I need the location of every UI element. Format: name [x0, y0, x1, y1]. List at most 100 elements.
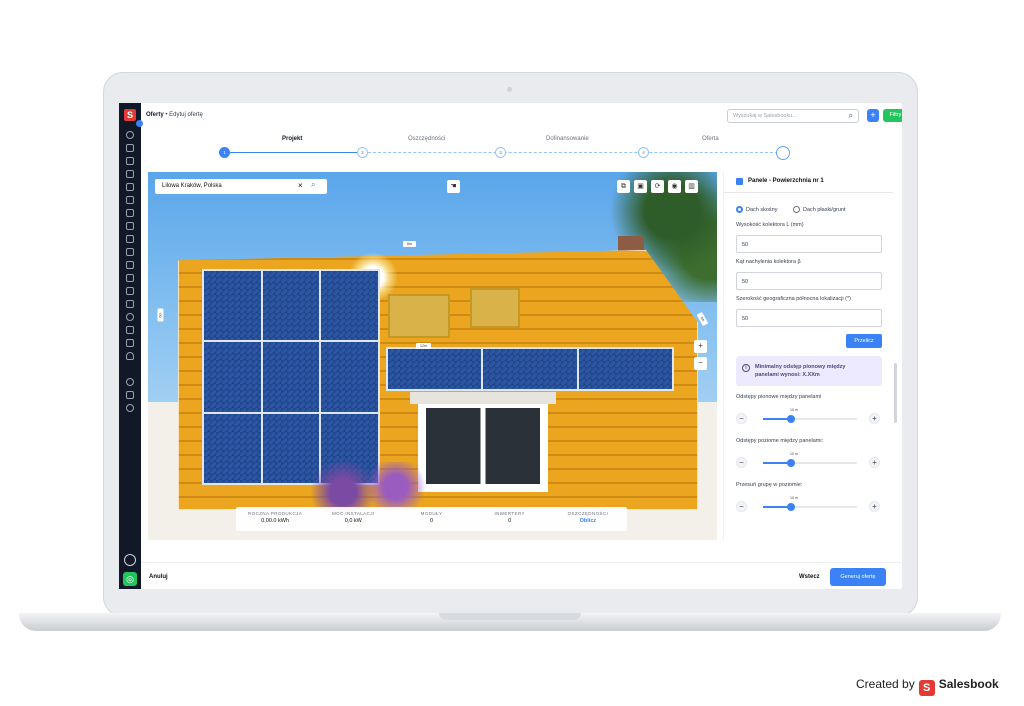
truck-icon[interactable]	[126, 391, 134, 399]
laptop-notch	[439, 613, 581, 620]
panel-scrollbar[interactable]	[894, 363, 897, 423]
copy-icon[interactable]: ⧉	[617, 180, 630, 193]
skylight-2	[470, 288, 520, 328]
archive-icon[interactable]	[126, 339, 134, 347]
breadcrumb-root[interactable]: Oferty	[146, 112, 164, 118]
step-final-dot[interactable]	[776, 146, 790, 160]
rotate-icon[interactable]: ⟳	[651, 180, 664, 193]
gear-icon[interactable]	[126, 404, 134, 412]
calculate-savings-link[interactable]: Oblicz	[549, 518, 627, 524]
radio-label: Dach płaski/grunt	[803, 206, 846, 213]
roof-type-flat[interactable]: Dach płaski/grunt	[793, 206, 846, 213]
clipboard-icon[interactable]	[126, 209, 134, 217]
step-oferta[interactable]: Oferta	[702, 136, 719, 142]
generate-offer-button[interactable]: Generuj ofertę	[830, 568, 886, 586]
avatar[interactable]	[124, 554, 136, 566]
radio-checked-icon[interactable]	[736, 206, 743, 213]
calendar-icon[interactable]	[126, 222, 134, 230]
car-icon[interactable]	[126, 287, 134, 295]
vertical-spacing-minus-button[interactable]: −	[736, 413, 747, 424]
stat-label: MODUŁY	[420, 511, 443, 516]
horizontal-spacing-slider[interactable]	[763, 459, 857, 467]
vertical-spacing-slider[interactable]	[763, 415, 857, 423]
shift-group-minus-button[interactable]: −	[736, 501, 747, 512]
chart-icon[interactable]	[126, 144, 134, 152]
stat-label: ROCZNA PRODUKCJA	[248, 511, 303, 516]
add-button[interactable]: +	[867, 109, 879, 122]
refresh-icon[interactable]	[126, 313, 134, 321]
credit-brand: Salesbook	[938, 677, 999, 691]
search-icon[interactable]: ⌕	[311, 180, 315, 190]
salesbook-logo[interactable]: S	[124, 109, 136, 121]
step-oszczednosci[interactable]: Oszczędności	[408, 136, 445, 142]
collector-height-input[interactable]: 50	[736, 235, 882, 253]
dashboard-icon[interactable]	[126, 131, 134, 139]
measure-right: 9m	[696, 311, 709, 327]
shift-group-slider[interactable]	[763, 503, 857, 511]
collector-angle-input[interactable]: 50	[736, 272, 882, 290]
progress-stepper: 1 2 3 4 Projekt Oszczędności Dofinansowa…	[141, 131, 902, 165]
back-button[interactable]: Wstecz	[799, 574, 820, 580]
step-dofinansowanie[interactable]: Dofinansowanie	[546, 136, 589, 142]
stat-modules: MODUŁY 0	[392, 507, 470, 531]
horizontal-spacing-plus-button[interactable]: +	[869, 457, 880, 468]
info-icon: i	[742, 364, 750, 372]
shift-group-plus-button[interactable]: +	[869, 501, 880, 512]
zoom-out-button[interactable]: −	[694, 357, 707, 370]
stat-value: 0,00.0 kWh	[261, 518, 290, 524]
camera-icon[interactable]	[126, 248, 134, 256]
step-4-dot[interactable]: 4	[638, 147, 649, 158]
filters-button[interactable]: Filtry ⌄	[883, 109, 902, 122]
zoom-in-button[interactable]: +	[694, 340, 707, 353]
document-icon[interactable]	[126, 170, 134, 178]
vertical-spacing-plus-button[interactable]: +	[869, 413, 880, 424]
search-input[interactable]: Wyszukaj w Salesbooku... ⌕	[727, 109, 859, 123]
shift-group-label: Przesuń grupę w poziomie:	[736, 482, 803, 488]
layers-icon[interactable]: ▣	[634, 180, 647, 193]
roof-type-sloped[interactable]: Dach skośny	[736, 206, 778, 213]
location-value[interactable]: Lilowa Kraków, Polska	[162, 183, 222, 189]
info-text-line: panelami wynosi: X.XXm	[755, 372, 820, 378]
eye-icon[interactable]: ◉	[668, 180, 681, 193]
mail-icon[interactable]	[126, 183, 134, 191]
location-search-field[interactable]: Lilowa Kraków, Polska × ⌕	[155, 179, 327, 194]
roof-map[interactable]: 8m 6m 12m 9m Lilowa Kraków, Polska × ⌕ ☚…	[148, 172, 717, 540]
clear-icon[interactable]: ×	[298, 181, 303, 190]
step-2-dot[interactable]: 2	[357, 147, 368, 158]
slider-handle[interactable]	[787, 415, 796, 423]
cancel-button[interactable]: Anuluj	[149, 574, 168, 580]
step-projekt[interactable]: Projekt	[282, 136, 302, 142]
vertical-spacing-label: Odstępy pionowe między panelami	[736, 394, 822, 400]
send-icon[interactable]	[126, 300, 134, 308]
breadcrumb: Oferty • Edytuj ofertę	[146, 112, 203, 118]
chat-icon[interactable]	[126, 157, 134, 165]
collector-angle-label: Kąt nachylenia kolektora β	[736, 259, 801, 265]
latitude-input[interactable]: 50	[736, 309, 882, 327]
app-screen: S ◎ Oferty • Edytuj ofertę Wyszukaj w Sa…	[119, 103, 902, 589]
users-icon[interactable]	[126, 274, 134, 282]
info-box: i Minimalny odstęp pionowy między panela…	[736, 356, 882, 386]
solar-panel-group-2[interactable]	[386, 347, 674, 391]
recalculate-button[interactable]: Przelicz	[846, 334, 882, 348]
search-icon[interactable]: ⌕	[849, 111, 853, 121]
slider-handle[interactable]	[787, 459, 796, 467]
settings-icon[interactable]	[126, 261, 134, 269]
camera-dot	[507, 87, 512, 92]
vertical-spacing-value: 10 m	[790, 408, 798, 412]
step-3-dot[interactable]: 3	[495, 147, 506, 158]
trash-icon[interactable]: ▥	[685, 180, 698, 193]
hand-tool-icon[interactable]: ☚	[447, 180, 460, 193]
slider-handle[interactable]	[787, 503, 796, 511]
contacts-icon[interactable]	[126, 378, 134, 386]
horizontal-spacing-minus-button[interactable]: −	[736, 457, 747, 468]
measure-side: 6m	[157, 308, 164, 322]
folder-icon[interactable]	[126, 235, 134, 243]
radio-unchecked-icon[interactable]	[793, 206, 800, 213]
step-1-dot[interactable]: 1	[219, 147, 230, 158]
help-icon[interactable]: ◎	[123, 572, 137, 586]
bell-icon[interactable]	[126, 352, 134, 360]
solar-panel-group-1[interactable]	[202, 269, 380, 485]
tag-icon[interactable]	[126, 196, 134, 204]
mail-alt-icon[interactable]	[126, 326, 134, 334]
stat-power: MOC INSTALACJI 0,0 kW	[314, 507, 392, 531]
